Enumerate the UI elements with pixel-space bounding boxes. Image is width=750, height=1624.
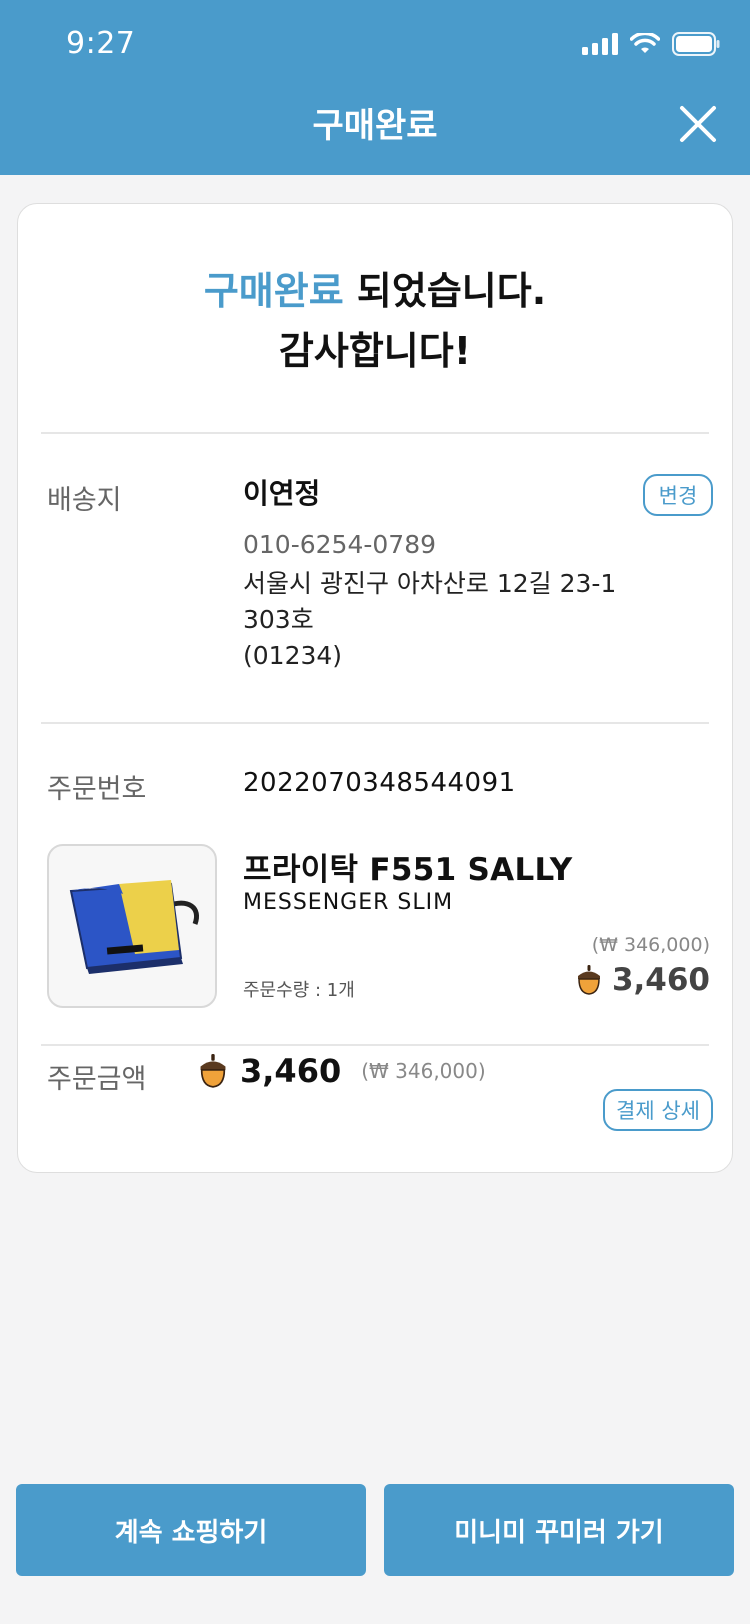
product-subtitle: MESSENGER SLIM xyxy=(243,890,454,915)
shipping-label: 배송지 xyxy=(47,485,122,516)
divider xyxy=(41,722,709,724)
address-line1: 서울시 광진구 아차산로 12길 23-1 xyxy=(243,569,617,598)
total-label: 주문금액 xyxy=(47,1064,147,1095)
order-quantity: 주문수량 : 1개 xyxy=(243,980,355,1001)
headline-accent: 구매완료 xyxy=(203,269,344,313)
postal-code: (01234) xyxy=(243,641,343,670)
change-address-button[interactable]: 변경 xyxy=(643,474,713,516)
total-krw: (₩ 346,000) xyxy=(361,1059,486,1083)
completion-message: 구매완료 되었습니다. 감사합니다! xyxy=(18,261,732,381)
total-value: 3,460 xyxy=(240,1052,342,1090)
top-header: 9:27 구매완료 xyxy=(0,0,750,175)
headline-thanks: 감사합니다! xyxy=(278,329,472,373)
order-number: 2022070348544091 xyxy=(243,768,516,798)
product-original-price: (₩ 346,000) xyxy=(591,934,710,956)
address-line2: 303호 xyxy=(243,605,314,634)
messenger-bag-image xyxy=(69,880,199,974)
signal-icon xyxy=(582,33,618,55)
payment-detail-button[interactable]: 결제 상세 xyxy=(603,1089,713,1131)
divider xyxy=(41,1044,709,1046)
headline-rest: 되었습니다. xyxy=(343,269,547,313)
acorn-icon xyxy=(577,965,600,995)
recipient-phone: 010-6254-0789 xyxy=(243,530,437,559)
product-name: 프라이탁 F551 SALLY xyxy=(243,852,573,888)
total-amount: 3,460 (₩ 346,000) xyxy=(198,1052,486,1090)
wifi-icon xyxy=(630,33,660,53)
recipient-address: 서울시 광진구 아차산로 12길 23-1 303호 (01234) xyxy=(243,566,663,674)
go-decorate-minimi-button[interactable]: 미니미 꾸미러 가기 xyxy=(384,1484,734,1576)
recipient-name: 이연정 xyxy=(243,477,321,510)
status-time: 9:27 xyxy=(66,26,136,61)
order-complete-card: 구매완료 되었습니다. 감사합니다! 배송지 이연정 변경 010-6254-0… xyxy=(17,203,733,1173)
product-image[interactable] xyxy=(47,844,217,1008)
acorn-icon xyxy=(200,1054,226,1088)
status-icons xyxy=(582,32,720,56)
close-icon[interactable] xyxy=(678,104,718,144)
product-price: 3,460 xyxy=(576,962,710,998)
continue-shopping-button[interactable]: 계속 쇼핑하기 xyxy=(16,1484,366,1576)
page-title: 구매완료 xyxy=(312,106,438,146)
product-price-value: 3,460 xyxy=(611,962,710,998)
battery-icon xyxy=(672,32,720,56)
divider xyxy=(41,432,709,434)
order-number-label: 주문번호 xyxy=(47,774,147,805)
